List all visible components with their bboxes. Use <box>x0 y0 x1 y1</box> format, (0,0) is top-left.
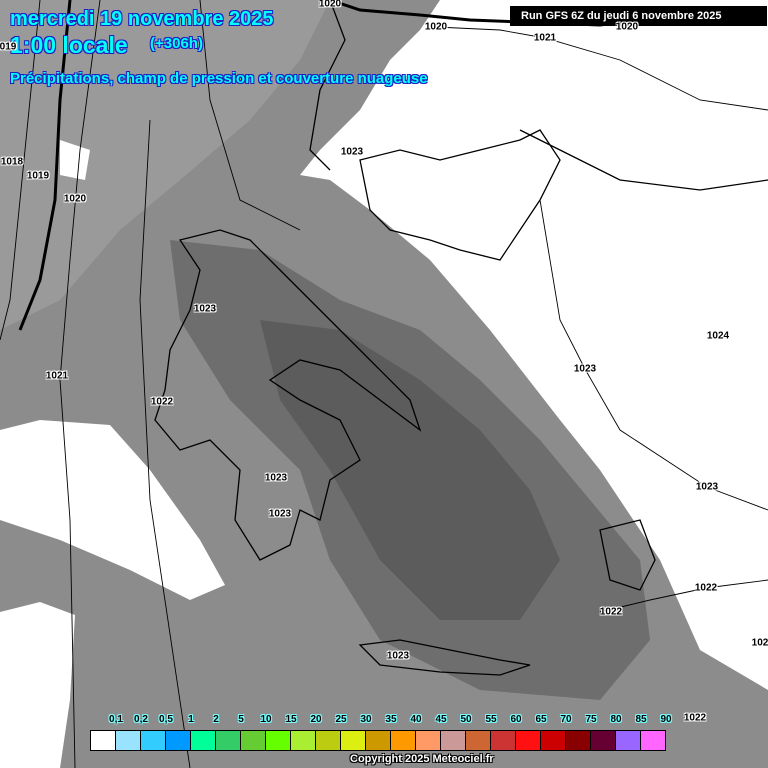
copyright: Copyright 2025 Meteociel.fr <box>350 753 494 765</box>
isobar-label: 1019 <box>26 170 50 182</box>
legend-label: 20 <box>310 714 322 725</box>
legend-swatch <box>516 731 541 750</box>
legend-label: 0,5 <box>159 714 173 725</box>
legend-label: 5 <box>238 714 244 725</box>
legend-swatch <box>591 731 616 750</box>
legend-swatch <box>616 731 641 750</box>
isobar-label: 1018 <box>0 156 24 168</box>
legend-label: 25 <box>335 714 347 725</box>
legend-label: 70 <box>560 714 572 725</box>
legend-swatch <box>291 731 316 750</box>
isobar-label: 1020 <box>63 193 87 205</box>
legend-swatch <box>241 731 266 750</box>
isobar-label: 1023 <box>573 363 597 375</box>
legend-label: 80 <box>610 714 622 725</box>
isobar-label: 1021 <box>45 370 69 382</box>
legend-label: 45 <box>435 714 447 725</box>
legend-label: 15 <box>285 714 297 725</box>
isobar-label: 1021 <box>533 32 557 44</box>
isobar-label: 1020 <box>318 0 342 10</box>
run-info: Run GFS 6Z du jeudi 6 novembre 2025 <box>510 6 767 26</box>
isobar-label: 1023 <box>268 508 292 520</box>
legend-swatch <box>91 731 116 750</box>
legend-label: 2 <box>213 714 219 725</box>
legend-swatch <box>441 731 466 750</box>
forecast-hour: 1:00 locale <box>10 32 128 58</box>
isobar-label: 1023 <box>695 481 719 493</box>
lead-time: (+306h) <box>150 35 203 52</box>
legend-label: 65 <box>535 714 547 725</box>
isobar-label: 1022 <box>683 712 707 724</box>
legend-label: 10 <box>260 714 272 725</box>
isobar-label: 1023 <box>340 146 364 158</box>
legend-label: 0,1 <box>109 714 123 725</box>
map-subtitle: Précipitations, champ de pression et cou… <box>10 70 428 87</box>
isobar-label: 102 <box>751 637 768 649</box>
isobar-label: 1023 <box>264 472 288 484</box>
isobar-label: 019 <box>0 41 17 53</box>
legend-label: 35 <box>385 714 397 725</box>
precipitation-pressure-map <box>0 0 768 768</box>
legend-label: 0,2 <box>134 714 148 725</box>
legend-swatch <box>166 731 191 750</box>
legend-swatch <box>266 731 291 750</box>
legend-swatch <box>141 731 166 750</box>
legend-swatch <box>316 731 341 750</box>
isobar-label: 1022 <box>599 606 623 618</box>
isobar-label: 1020 <box>424 21 448 33</box>
legend-label: 40 <box>410 714 422 725</box>
legend-label: 85 <box>635 714 647 725</box>
isobar-label: 1023 <box>193 303 217 315</box>
legend-label: 60 <box>510 714 522 725</box>
legend-label: 30 <box>360 714 372 725</box>
isobar-label: 1022 <box>694 582 718 594</box>
legend-label: 50 <box>460 714 472 725</box>
legend-swatch <box>341 731 366 750</box>
legend-swatch <box>566 731 591 750</box>
legend-swatch <box>116 731 141 750</box>
legend-swatch <box>541 731 566 750</box>
legend-label: 75 <box>585 714 597 725</box>
isobar-label: 1024 <box>706 330 730 342</box>
legend-label: 1 <box>188 714 194 725</box>
legend-swatch <box>366 731 391 750</box>
legend-swatch <box>491 731 516 750</box>
legend-swatch <box>216 731 241 750</box>
isobar-label: 1022 <box>150 396 174 408</box>
isobar-label: 1020 <box>615 21 639 33</box>
legend-label: 90 <box>660 714 672 725</box>
precipitation-legend <box>90 730 666 751</box>
forecast-date: mercredi 19 novembre 2025 <box>10 8 274 30</box>
legend-swatch <box>391 731 416 750</box>
legend-swatch <box>191 731 216 750</box>
isobar-label: 1023 <box>386 650 410 662</box>
legend-label: 55 <box>485 714 497 725</box>
legend-swatch <box>466 731 491 750</box>
legend-swatch <box>641 731 665 750</box>
legend-swatch <box>416 731 441 750</box>
